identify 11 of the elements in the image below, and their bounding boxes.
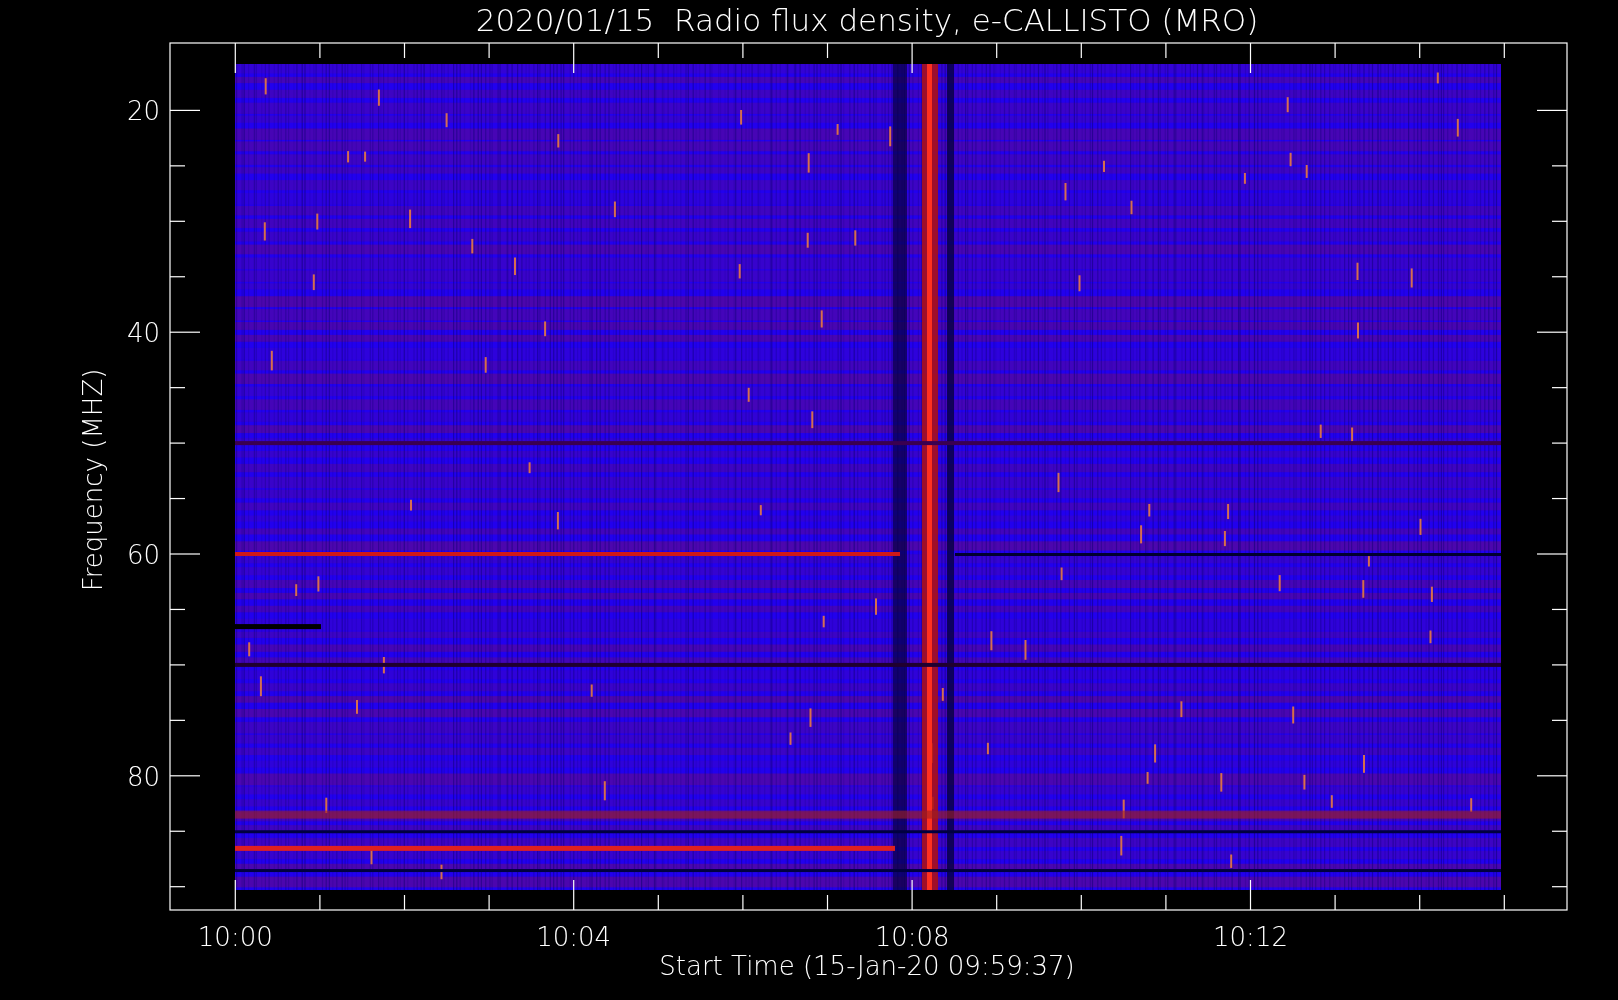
y-tick-label: 60	[126, 540, 160, 570]
y-tick-label: 20	[126, 96, 160, 127]
chart-title: 2020/01/15 Radio flux density, e-CALLISTO (MRO)	[475, 2, 1259, 38]
x-tick-label: 10:12	[1213, 922, 1288, 952]
y-tick-label: 40	[126, 318, 160, 349]
y-tick-label: 80	[126, 761, 160, 792]
x-tick-label: 10:08	[874, 922, 950, 952]
x-tick-label: 10:04	[536, 922, 612, 952]
y-axis-label: Frequency (MHZ)	[78, 368, 108, 592]
x-axis-label: Start Time (15-Jan-20 09:59:37)	[659, 951, 1075, 981]
x-tick-label: 10:00	[197, 922, 273, 952]
